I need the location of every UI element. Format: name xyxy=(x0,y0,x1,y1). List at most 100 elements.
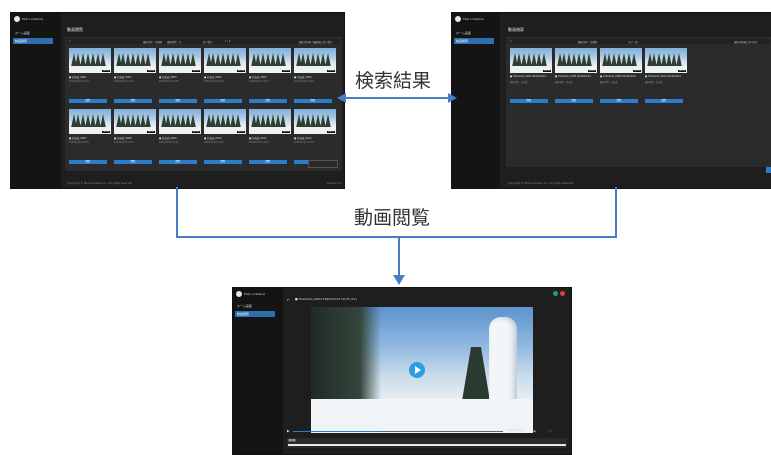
video-caption: ■ 北海道_0009 xyxy=(159,137,177,140)
filter-date[interactable]: 撮影日時 : 全期間 xyxy=(143,40,162,44)
timeline[interactable]: 00:05 xyxy=(287,438,567,448)
play-icon[interactable] xyxy=(409,362,425,378)
seek-bar[interactable] xyxy=(293,431,503,432)
volume-icon[interactable]: ◀ xyxy=(533,429,535,433)
fullscreen-icon[interactable]: ⤢ xyxy=(549,429,551,433)
video-thumbnail[interactable]: 00:18 xyxy=(204,48,246,73)
video-card[interactable]: 00:12 ■ 北海道_0003 2020/01/12 10:25 閲覧 xyxy=(159,48,201,104)
video-thumbnail[interactable]: 00:09 xyxy=(555,48,597,73)
footer-version: Version 1.0 xyxy=(326,182,342,185)
video-date: 2020/01/12 10:31 xyxy=(159,141,179,144)
view-button[interactable]: 閲覧 xyxy=(69,160,107,164)
duration-badge: 00:22 xyxy=(327,70,335,72)
filter-location[interactable]: 撮影場所 : 全 xyxy=(167,40,181,44)
video-thumbnail[interactable]: 00:11 xyxy=(600,48,642,73)
back-icon[interactable]: ← xyxy=(287,297,290,302)
duration-badge: 00:12 xyxy=(543,70,551,72)
view-button[interactable]: 閲覧 xyxy=(600,99,638,103)
search-icon[interactable]: ⌕ xyxy=(510,39,512,43)
view-button[interactable]: 閲覧 xyxy=(294,99,332,103)
results-panel: ⌕ 撮影日時 : 全期間 撮影場所 : 全 並べ替え 1 / 2 撮影日時順 /… xyxy=(65,37,342,171)
sidebar-item-home[interactable]: ホーム画面 xyxy=(454,30,498,36)
video-card[interactable]: 00:17■ 北海道_00122020/01/12 10:34閲覧 xyxy=(294,109,336,165)
bottom-logo: Mob Linkstore xyxy=(236,291,265,297)
video-thumbnail[interactable]: 00:20 xyxy=(114,48,156,73)
sort-order[interactable]: 撮影日時順 / 最新順に並べ替え xyxy=(299,40,332,44)
sort-order[interactable]: 撮影日時順に並べ替え xyxy=(734,40,758,44)
video-card[interactable]: 00:13 ■ Hokkaido_0011 2020/01/12 撮影場所 : 北海… xyxy=(645,48,687,104)
video-thumbnail[interactable]: 00:12 xyxy=(510,48,552,73)
video-thumbnail[interactable]: 00:14 xyxy=(159,109,201,134)
video-card[interactable]: 00:12 ■ Hokkaido_0003 2020/01/12 撮影場所 : 北海… xyxy=(510,48,552,104)
video-card[interactable]: 00:15 ■ 北海道_0001 2020/01/12 10:23 閲覧 xyxy=(69,48,111,104)
video-thumbnail[interactable]: 00:09 xyxy=(249,48,291,73)
video-card[interactable]: 00:11 ■ 北海道_0008 2020/01/12 10:30 閲覧 xyxy=(114,109,156,165)
video-caption: ■ 北海道_0012 xyxy=(294,137,312,140)
video-frame[interactable] xyxy=(311,307,533,433)
duration-badge: 00:11 xyxy=(633,70,641,72)
video-card[interactable]: 00:19 ■ 北海道_0010 2020/01/12 10:32 閲覧 xyxy=(204,109,246,165)
video-card[interactable]: 00:11 ■ Hokkaido_0008 2020/01/12 撮影場所 : 北海… xyxy=(600,48,642,104)
view-button[interactable]: 閲覧 xyxy=(204,99,242,103)
video-card[interactable]: 00:22 ■ 北海道_0006 2020/01/12 10:28 閲覧 xyxy=(294,48,336,104)
video-card[interactable]: 00:20 ■ 北海道_0002 2020/01/12 10:24 閲覧 xyxy=(114,48,156,104)
view-button[interactable]: 閲覧 xyxy=(249,99,287,103)
duration-badge: 00:16 xyxy=(102,131,110,133)
sidebar-item-video[interactable]: 動画閲覧 xyxy=(454,38,494,44)
sidebar-item-video[interactable]: 動画閲覧 xyxy=(13,38,53,44)
sidebar-item-video[interactable]: 動画閲覧 xyxy=(235,311,275,317)
view-button[interactable]: 閲覧 xyxy=(555,99,593,103)
video-thumbnail[interactable]: 00:11 xyxy=(114,109,156,134)
video-thumbnail[interactable]: 00:19 xyxy=(204,109,246,134)
view-button[interactable]: 閲覧 xyxy=(510,99,548,103)
view-button[interactable]: 閲覧 xyxy=(114,99,152,103)
view-button[interactable]: 閲覧 xyxy=(249,160,287,164)
logo-text: Mob Linkstore xyxy=(463,17,485,21)
video-caption: ■ 北海道_0005 xyxy=(249,76,267,79)
search-icon[interactable]: ⌕ xyxy=(69,39,71,43)
user-icon[interactable] xyxy=(553,291,558,296)
bottom-sidebar: Mob Linkstore ホーム画面 動画閲覧 xyxy=(233,288,283,454)
video-caption: ■ 北海道_0002 xyxy=(114,76,132,79)
view-button[interactable]: 閲覧 xyxy=(645,99,683,103)
video-card[interactable]: 00:14 ■ 北海道_0009 2020/01/12 10:31 閲覧 xyxy=(159,109,201,165)
filter-date[interactable]: 撮影日時 : 全期間 xyxy=(578,40,597,44)
video-thumbnail[interactable]: 00:12 xyxy=(159,48,201,73)
duration-badge: 00:09 xyxy=(588,70,596,72)
sidebar-item-home[interactable]: ホーム画面 xyxy=(13,30,59,36)
play-pause-icon[interactable]: ▶ xyxy=(287,429,290,433)
video-date: 撮影場所 : 北海道 xyxy=(510,81,528,84)
pagination[interactable] xyxy=(308,160,338,168)
video-card[interactable]: 00:16 ■ 北海道_0007 2020/01/12 10:29 閲覧 xyxy=(69,109,111,165)
view-button[interactable]: 閲覧 xyxy=(159,99,197,103)
video-date: 2020/01/12 10:24 xyxy=(114,80,134,83)
video-thumbnail[interactable]: 00:22 xyxy=(294,48,336,73)
video-card[interactable]: 00:09 ■ 北海道_0005 2020/01/12 10:27 閲覧 xyxy=(249,48,291,104)
video-thumbnail[interactable]: 00:16 xyxy=(69,109,111,134)
page-title: 動画閲覧 xyxy=(67,27,83,32)
results-panel: ⌕ 撮影日時 : 全期間 タグ : 雪 撮影日時順に並べ替え 00:12 ■ Ho… xyxy=(506,37,771,173)
video-view-label: 動画閲覧 xyxy=(354,207,431,229)
sidebar-item-home[interactable]: ホーム画面 xyxy=(235,303,281,309)
connector-center-down xyxy=(398,237,400,277)
view-button[interactable]: 閲覧 xyxy=(204,160,242,164)
notification-icon[interactable] xyxy=(560,291,565,296)
view-button[interactable]: 閲覧 xyxy=(114,160,152,164)
filter-tag[interactable]: タグ : 雪 xyxy=(628,40,638,44)
video-caption: ■ 北海道_0011 xyxy=(249,137,267,140)
video-thumbnail[interactable]: 00:13 xyxy=(645,48,687,73)
video-thumbnail[interactable]: 00:15 xyxy=(69,48,111,73)
video-thumbnail[interactable]: 00:17 xyxy=(294,109,336,134)
view-button[interactable]: 閲覧 xyxy=(159,160,197,164)
video-title: ■ Hokkaido_0003 2020/01/12 10:25 (12) xyxy=(295,297,357,301)
sort-select[interactable]: 並べ替え xyxy=(203,40,213,44)
video-card[interactable]: 00:09 ■ Hokkaido_0005 2020/01/12 撮影場所 : 北海… xyxy=(555,48,597,104)
video-date: 撮影場所 : 北海道 xyxy=(645,81,663,84)
video-thumbnail[interactable]: 00:13 xyxy=(249,109,291,134)
video-card[interactable]: 00:13 ■ 北海道_0011 2020/01/12 10:33 閲覧 xyxy=(249,109,291,165)
scroll-button[interactable] xyxy=(766,167,771,173)
video-date: 2020/01/12 10:29 xyxy=(69,141,89,144)
view-button[interactable]: 閲覧 xyxy=(69,99,107,103)
video-card[interactable]: 00:18 ■ 北海道_0004 2020/01/12 10:26 閲覧 xyxy=(204,48,246,104)
player-controls: ▶ 00:05 / 00:12 ◀ ⤢ xyxy=(287,429,567,434)
